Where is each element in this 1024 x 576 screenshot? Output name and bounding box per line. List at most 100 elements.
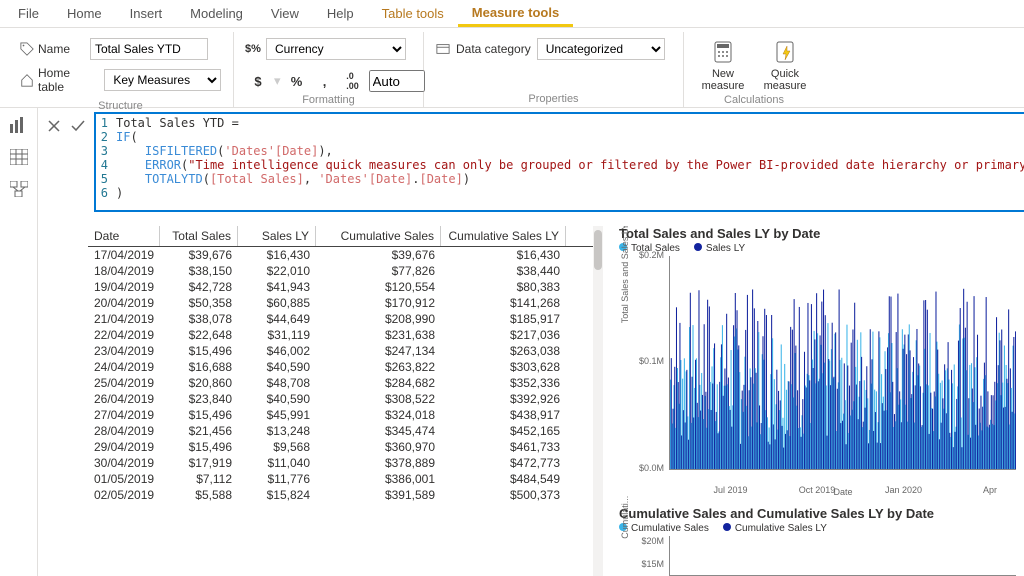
table-row[interactable]: 01/05/2019$7,112$11,776$386,001$484,549 xyxy=(88,471,593,487)
column-header[interactable]: Date xyxy=(88,226,160,246)
menu-item-file[interactable]: File xyxy=(4,2,53,25)
table-row[interactable]: 30/04/2019$17,919$11,040$378,889$472,773 xyxy=(88,455,593,471)
table-cell: $11,040 xyxy=(238,455,316,471)
percent-button[interactable]: % xyxy=(285,70,309,92)
y-axis-title: Cumulati... xyxy=(620,495,630,538)
table-cell: $5,588 xyxy=(160,487,238,503)
chart-legend: Cumulative SalesCumulative Sales LY xyxy=(619,523,1016,534)
table-cell: $345,474 xyxy=(316,423,441,439)
name-label-text: Name xyxy=(38,42,70,56)
data-view-button[interactable] xyxy=(6,146,32,168)
table-cell: $391,589 xyxy=(316,487,441,503)
vertical-scrollbar[interactable] xyxy=(593,226,603,576)
column-header[interactable]: Cumulative Sales xyxy=(316,226,441,246)
table-row[interactable]: 19/04/2019$42,728$41,943$120,554$80,383 xyxy=(88,279,593,295)
table-cell: $23,840 xyxy=(160,391,238,407)
table-cell: $48,708 xyxy=(238,375,316,391)
decimal-decrease-icon[interactable]: .0.00 xyxy=(341,70,365,92)
table-cell: $208,990 xyxy=(316,311,441,327)
menu-item-home[interactable]: Home xyxy=(53,2,116,25)
menu-item-modeling[interactable]: Modeling xyxy=(176,2,257,25)
legend-item: Sales LY xyxy=(694,243,745,254)
table-row[interactable]: 21/04/2019$38,078$44,649$208,990$185,917 xyxy=(88,311,593,327)
table-cell: $7,112 xyxy=(160,471,238,487)
column-header[interactable]: Total Sales xyxy=(160,226,238,246)
table-cell: $120,554 xyxy=(316,279,441,295)
table-cell: 30/04/2019 xyxy=(88,455,160,471)
table-cell: 28/04/2019 xyxy=(88,423,160,439)
table-cell: $60,885 xyxy=(238,295,316,311)
table-cell: $484,549 xyxy=(441,471,566,487)
table-cell: $392,926 xyxy=(441,391,566,407)
y-axis-ticks: $0.2M$0.1M$0.0M xyxy=(622,256,666,469)
home-table-label: Home table xyxy=(20,66,98,94)
name-label: Name xyxy=(20,42,84,56)
table-cell: $15,496 xyxy=(160,439,238,455)
table-cell: $31,119 xyxy=(238,327,316,343)
table-cell: 01/05/2019 xyxy=(88,471,160,487)
table-row[interactable]: 18/04/2019$38,150$22,010$77,826$38,440 xyxy=(88,263,593,279)
chart-cumulative-sales[interactable]: Cumulative Sales and Cumulative Sales LY… xyxy=(619,506,1016,576)
table-cell: $21,456 xyxy=(160,423,238,439)
table-row[interactable]: 20/04/2019$50,358$60,885$170,912$141,268 xyxy=(88,295,593,311)
column-header[interactable]: Cumulative Sales LY xyxy=(441,226,566,246)
currency-button[interactable]: $ xyxy=(246,70,270,92)
table-cell: $13,248 xyxy=(238,423,316,439)
report-view-button[interactable] xyxy=(6,114,32,136)
menu-item-table-tools[interactable]: Table tools xyxy=(368,2,458,25)
table-row[interactable]: 23/04/2019$15,496$46,002$247,134$263,038 xyxy=(88,343,593,359)
decimals-input[interactable] xyxy=(369,70,425,92)
table-cell: $217,036 xyxy=(441,327,566,343)
thousands-button[interactable]: , xyxy=(313,70,337,92)
table-cell: $45,991 xyxy=(238,407,316,423)
menu-item-insert[interactable]: Insert xyxy=(116,2,177,25)
scrollbar-thumb[interactable] xyxy=(594,230,602,270)
table-body: 17/04/2019$39,676$16,430$39,676$16,43018… xyxy=(88,247,593,576)
table-cell: $386,001 xyxy=(316,471,441,487)
chart-title: Total Sales and Sales LY by Date xyxy=(619,226,1016,241)
formula-bar[interactable]: 1Total Sales YTD =2IF(3 ISFILTERED('Date… xyxy=(94,112,1024,212)
format-select[interactable]: Currency xyxy=(266,38,406,60)
table-row[interactable]: 25/04/2019$20,860$48,708$284,682$352,336 xyxy=(88,375,593,391)
table-cell: $438,917 xyxy=(441,407,566,423)
chart-total-sales[interactable]: Total Sales and Sales LY by Date Total S… xyxy=(619,226,1016,496)
menu-item-view[interactable]: View xyxy=(257,2,313,25)
table-cell: 17/04/2019 xyxy=(88,247,160,263)
table-row[interactable]: 24/04/2019$16,688$40,590$263,822$303,628 xyxy=(88,359,593,375)
table-cell: $40,590 xyxy=(238,359,316,375)
menu-item-measure-tools[interactable]: Measure tools xyxy=(458,1,573,27)
new-measure-label: New measure xyxy=(702,68,745,92)
quick-measure-button[interactable]: Quick measure xyxy=(758,38,812,92)
table-cell: $141,268 xyxy=(441,295,566,311)
data-category-select[interactable]: Uncategorized xyxy=(537,38,665,60)
menu-item-help[interactable]: Help xyxy=(313,2,368,25)
table-row[interactable]: 22/04/2019$22,648$31,119$231,638$217,036 xyxy=(88,327,593,343)
table-row[interactable]: 29/04/2019$15,496$9,568$360,970$461,733 xyxy=(88,439,593,455)
group-label-calculations: Calculations xyxy=(696,92,812,108)
table-row[interactable]: 28/04/2019$21,456$13,248$345,474$452,165 xyxy=(88,423,593,439)
model-view-button[interactable] xyxy=(6,178,32,200)
table-cell: $15,496 xyxy=(160,407,238,423)
table-cell: $39,676 xyxy=(316,247,441,263)
currency-format-icon: $% xyxy=(246,42,260,56)
measure-name-input[interactable] xyxy=(90,38,208,60)
quick-measure-icon xyxy=(771,38,799,66)
table-cell: $15,496 xyxy=(160,343,238,359)
table-cell: 24/04/2019 xyxy=(88,359,160,375)
table-row[interactable]: 02/05/2019$5,588$15,824$391,589$500,373 xyxy=(88,487,593,503)
table-cell: 02/05/2019 xyxy=(88,487,160,503)
table-row[interactable]: 17/04/2019$39,676$16,430$39,676$16,430 xyxy=(88,247,593,263)
formula-commit-button[interactable] xyxy=(68,116,88,136)
home-table-select[interactable]: Key Measures xyxy=(104,69,221,91)
new-measure-button[interactable]: New measure xyxy=(696,38,750,92)
table-cell: $324,018 xyxy=(316,407,441,423)
quick-measure-label: Quick measure xyxy=(764,68,807,92)
column-header[interactable]: Sales LY xyxy=(238,226,316,246)
table-cell: 25/04/2019 xyxy=(88,375,160,391)
table-cell: $42,728 xyxy=(160,279,238,295)
table-visual[interactable]: DateTotal SalesSales LYCumulative SalesC… xyxy=(88,226,593,576)
table-cell: $247,134 xyxy=(316,343,441,359)
table-row[interactable]: 27/04/2019$15,496$45,991$324,018$438,917 xyxy=(88,407,593,423)
table-row[interactable]: 26/04/2019$23,840$40,590$308,522$392,926 xyxy=(88,391,593,407)
formula-cancel-button[interactable] xyxy=(44,116,64,136)
